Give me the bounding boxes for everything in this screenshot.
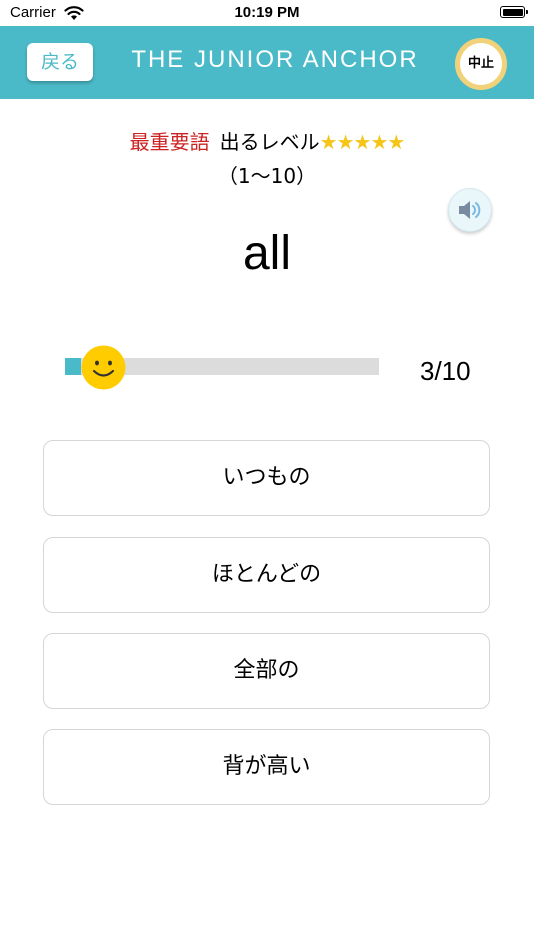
star-rating: ★★★★★	[319, 130, 406, 154]
header-bar: 戻る THE JUNIOR ANCHOR 中止	[0, 26, 534, 99]
answer-option-2[interactable]: ほとんどの	[43, 537, 490, 613]
battery-icon	[500, 6, 528, 18]
answer-option-1[interactable]: いつもの	[43, 440, 490, 516]
status-bar: Carrier 10:19 PM	[0, 0, 534, 26]
word-info: 最重要語 出るレベル★★★★★	[0, 126, 534, 155]
answer-option-3[interactable]: 全部の	[43, 633, 490, 709]
speaker-icon	[459, 201, 481, 219]
answer-option-4[interactable]: 背が高い	[43, 729, 490, 805]
back-button[interactable]: 戻る	[27, 43, 93, 81]
status-time: 10:19 PM	[234, 4, 300, 21]
smiley-face-icon	[81, 345, 126, 390]
question-range: （1〜10）	[217, 164, 317, 188]
quit-button[interactable]: 中止	[455, 38, 507, 90]
importance-label: 最重要語	[129, 130, 210, 154]
progress-fill	[65, 358, 81, 375]
level-label: 出るレベル	[219, 130, 320, 154]
progress-count: 3/10	[420, 356, 471, 386]
question-word: all	[242, 227, 292, 280]
app-title: THE JUNIOR ANCHOR	[131, 46, 419, 73]
